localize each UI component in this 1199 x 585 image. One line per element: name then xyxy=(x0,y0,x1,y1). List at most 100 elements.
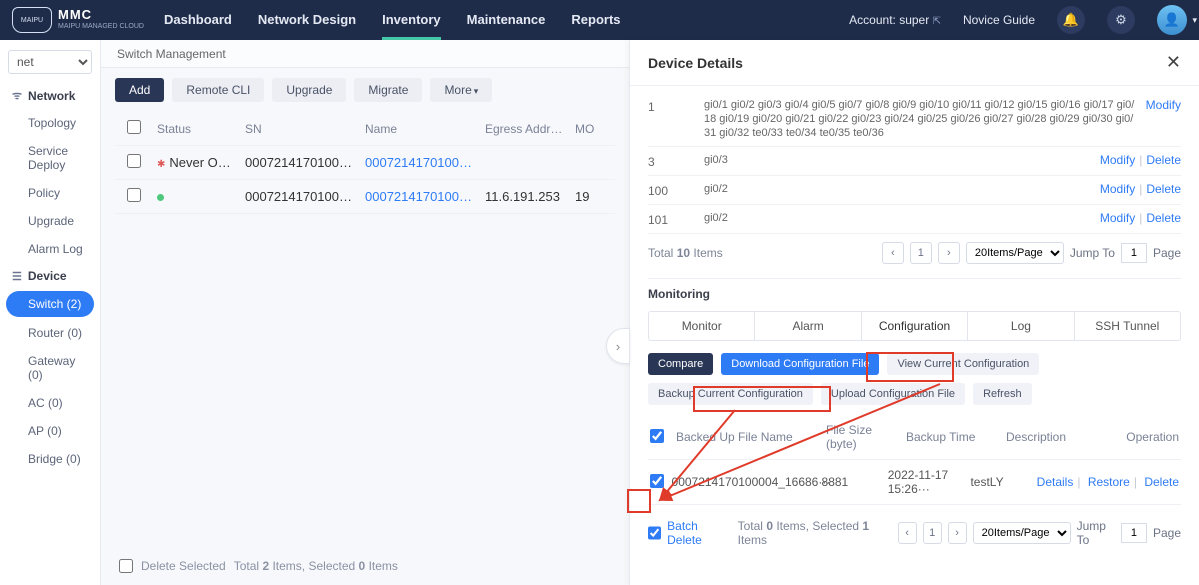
vlan-id: 1 xyxy=(648,98,704,114)
col-file-name: Backed Up File Name xyxy=(676,430,826,444)
monitoring-tabs: Monitor Alarm Configuration Log SSH Tunn… xyxy=(648,311,1181,341)
delete-link[interactable]: Delete xyxy=(1146,211,1181,225)
file-select-all-checkbox[interactable] xyxy=(650,429,664,443)
upload-config-button[interactable]: Upload Configuration File xyxy=(821,383,965,405)
table-row[interactable]: 0007214170100004 0007214170100004 11.6.1… xyxy=(115,180,615,214)
sidebar-item-service-deploy[interactable]: Service Deploy xyxy=(0,137,100,179)
brand-badge: MAIPU xyxy=(12,7,52,33)
monitoring-title: Monitoring xyxy=(648,287,1181,301)
sidebar-item-switch[interactable]: Switch (2) xyxy=(6,291,94,317)
cell-name-link[interactable]: 0007214170100007 xyxy=(359,155,479,170)
modify-link[interactable]: Modify xyxy=(1100,211,1135,225)
page-size-select[interactable]: 20Items/Page xyxy=(966,242,1064,264)
jump-to-input[interactable] xyxy=(1121,243,1147,263)
file-details-link[interactable]: Details xyxy=(1037,475,1074,489)
tab-monitor[interactable]: Monitor xyxy=(649,312,755,340)
delete-link[interactable]: Delete xyxy=(1146,182,1181,196)
brand-sub: MAIPU MANAGED CLOUD xyxy=(58,23,144,30)
cell-sn: 0007214170100007 xyxy=(239,155,359,170)
sidebar-item-upgrade[interactable]: Upgrade xyxy=(0,207,100,235)
sidebar-item-bridge[interactable]: Bridge (0) xyxy=(0,445,100,473)
external-link-icon: ⇱ xyxy=(933,16,941,27)
status-badge xyxy=(151,189,239,204)
modify-link[interactable]: Modify xyxy=(1146,98,1181,112)
cell-file-size: 8881 xyxy=(822,475,888,489)
novice-guide-link[interactable]: Novice Guide xyxy=(963,13,1035,27)
avatar[interactable]: 👤▾ xyxy=(1157,5,1187,35)
download-config-button[interactable]: Download Configuration File xyxy=(721,353,879,375)
sidebar-group-network[interactable]: ᯤNetwork xyxy=(0,82,100,109)
page-size-select[interactable]: 20Items/Page xyxy=(973,522,1071,544)
footer-select-checkbox[interactable] xyxy=(119,559,133,573)
file-restore-link[interactable]: Restore xyxy=(1088,475,1130,489)
sidebar-item-alarm-log[interactable]: Alarm Log xyxy=(0,235,100,263)
next-page-button[interactable]: › xyxy=(948,522,967,544)
tab-log[interactable]: Log xyxy=(968,312,1074,340)
col-file-size: File Size (byte) xyxy=(826,423,906,451)
selection-summary: Delete Selected Total 2 Items, Selected … xyxy=(119,559,398,573)
vlan-row: 3 gi0/3 Modify|Delete xyxy=(648,147,1181,176)
table-row[interactable]: ✱Never Online 0007214170100007 000721417… xyxy=(115,146,615,180)
upgrade-button[interactable]: Upgrade xyxy=(272,78,346,102)
sidebar-item-policy[interactable]: Policy xyxy=(0,179,100,207)
page-number[interactable]: 1 xyxy=(910,242,932,264)
batch-select-checkbox[interactable] xyxy=(648,526,661,540)
delete-link[interactable]: Delete xyxy=(1146,153,1181,167)
tab-configuration[interactable]: Configuration xyxy=(862,312,968,340)
cell-description: testLY xyxy=(970,475,1036,489)
collapse-panel-button[interactable]: › xyxy=(606,328,630,364)
vlan-row: 100 gi0/2 Modify|Delete xyxy=(648,176,1181,205)
more-button[interactable]: More▾ xyxy=(430,78,492,102)
file-delete-link[interactable]: Delete xyxy=(1144,475,1179,489)
sidebar-item-gateway[interactable]: Gateway (0) xyxy=(0,347,100,389)
sidebar-item-ac[interactable]: AC (0) xyxy=(0,389,100,417)
chevron-down-icon: ▾ xyxy=(1192,15,1197,26)
refresh-button[interactable]: Refresh xyxy=(973,383,1032,405)
backup-current-config-button[interactable]: Backup Current Configuration xyxy=(648,383,813,405)
row-checkbox[interactable] xyxy=(127,154,141,168)
vlan-id: 100 xyxy=(648,182,704,198)
tab-ssh-tunnel[interactable]: SSH Tunnel xyxy=(1075,312,1180,340)
file-row[interactable]: 0007214170100004_16686··· 8881 2022-11-1… xyxy=(648,460,1181,505)
nav-dashboard[interactable]: Dashboard xyxy=(164,12,232,29)
modify-link[interactable]: Modify xyxy=(1100,182,1135,196)
nav-reports[interactable]: Reports xyxy=(571,12,620,29)
gear-icon[interactable]: ⚙ xyxy=(1107,6,1135,34)
vlan-id: 101 xyxy=(648,211,704,227)
migrate-button[interactable]: Migrate xyxy=(354,78,422,102)
col-name: Name xyxy=(359,122,479,136)
cell-name-link[interactable]: 0007214170100004 xyxy=(359,189,479,204)
sidebar-item-ap[interactable]: AP (0) xyxy=(0,417,100,445)
nav-inventory[interactable]: Inventory xyxy=(382,12,441,29)
nav-maintenance[interactable]: Maintenance xyxy=(467,12,546,29)
remote-cli-button[interactable]: Remote CLI xyxy=(172,78,264,102)
close-icon[interactable]: ✕ xyxy=(1166,52,1181,73)
delete-selected-link[interactable]: Delete Selected xyxy=(141,559,226,573)
add-button[interactable]: Add xyxy=(115,78,164,102)
prev-page-button[interactable]: ‹ xyxy=(898,522,917,544)
list-icon: ☰ xyxy=(12,270,22,283)
jump-to-input[interactable] xyxy=(1121,523,1147,543)
file-row-checkbox[interactable] xyxy=(650,474,664,488)
next-page-button[interactable]: › xyxy=(938,242,960,264)
row-checkbox[interactable] xyxy=(127,188,141,202)
select-all-checkbox[interactable] xyxy=(127,120,141,134)
tab-alarm[interactable]: Alarm xyxy=(755,312,861,340)
sidebar-item-topology[interactable]: Topology xyxy=(0,109,100,137)
sidebar-group-device[interactable]: ☰Device xyxy=(0,263,100,289)
vlan-row: 1 gi0/1 gi0/2 gi0/3 gi0/4 gi0/5 gi0/7 gi… xyxy=(648,92,1181,147)
prev-page-button[interactable]: ‹ xyxy=(882,242,904,264)
account-label[interactable]: Account: super ⇱ xyxy=(849,13,941,27)
modify-link[interactable]: Modify xyxy=(1100,153,1135,167)
page-label: Page xyxy=(1153,526,1181,540)
vlan-ports: gi0/2 xyxy=(704,182,1100,196)
view-current-config-button[interactable]: View Current Configuration xyxy=(887,353,1039,375)
sidebar-item-router[interactable]: Router (0) xyxy=(0,319,100,347)
bell-icon[interactable]: 🔔 xyxy=(1057,6,1085,34)
nav-network-design[interactable]: Network Design xyxy=(258,12,356,29)
batch-delete-link[interactable]: Batch Delete xyxy=(667,519,731,547)
network-selector[interactable]: net xyxy=(8,50,92,74)
compare-button[interactable]: Compare xyxy=(648,353,713,375)
page-number[interactable]: 1 xyxy=(923,522,942,544)
topbar: MAIPU MMCMAIPU MANAGED CLOUD Dashboard N… xyxy=(0,0,1199,40)
